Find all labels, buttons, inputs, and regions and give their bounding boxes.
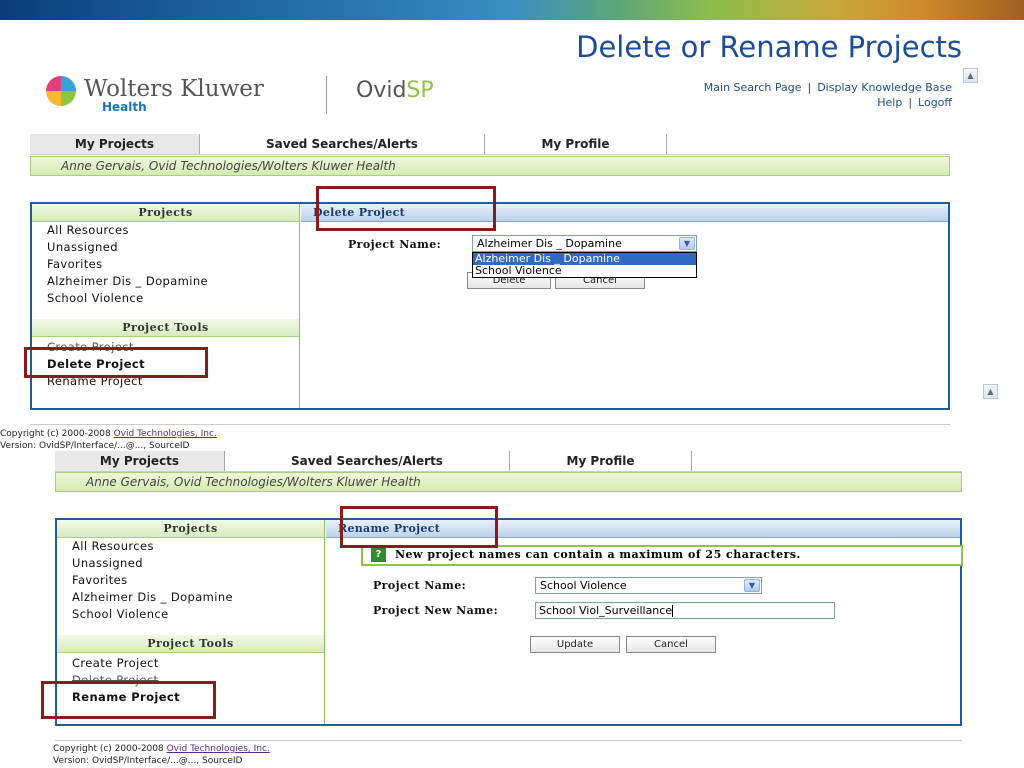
footer-divider [30,424,950,425]
logoff-link[interactable]: Logoff [918,96,952,109]
highlight-rename-heading [340,506,498,548]
notice-text: New project names can contain a maximum … [395,548,801,561]
main-tabs: My Projects Saved Searches/Alerts My Pro… [30,134,950,155]
chevron-down-icon[interactable]: ▼ [679,237,695,250]
version-text: Version: OvidSP/Interface/...@..., Sourc… [53,756,243,766]
display-knowledge-base-link[interactable]: Display Knowledge Base [817,81,952,94]
new-name-value: School Viol_Surveillance [539,604,673,617]
projects-heading: Projects [57,520,324,538]
scroll-up-icon[interactable]: ▲ [963,68,978,83]
sidebar-item-alzheimer[interactable]: Alzheimer Dis _ Dopamine [57,589,324,606]
footer-divider [55,740,962,741]
logo-divider [326,76,327,114]
user-info-bar: Anne Gervais, Ovid Technologies/Wolters … [55,472,962,492]
help-link[interactable]: Help [877,96,902,109]
slide-banner [0,0,1024,20]
cancel-button[interactable]: Cancel [626,636,716,653]
sidebar-item-all-resources[interactable]: All Resources [57,538,324,555]
sidebar-item-unassigned[interactable]: Unassigned [57,555,324,572]
highlight-rename-tool [41,681,216,719]
tab-saved-searches[interactable]: Saved Searches/Alerts [225,451,510,471]
sidebar-item-school-violence[interactable]: School Violence [57,606,324,623]
sidebar-item-favorites[interactable]: Favorites [32,256,299,273]
tab-my-projects[interactable]: My Projects [30,134,200,154]
projects-heading: Projects [32,204,299,222]
selected-project: Alzheimer Dis _ Dopamine [477,237,622,250]
chevron-down-icon[interactable]: ▼ [744,579,760,592]
selected-project: School Violence [540,579,627,592]
update-button[interactable]: Update [530,636,620,653]
sidebar-item-alzheimer[interactable]: Alzheimer Dis _ Dopamine [32,273,299,290]
copyright-text: Copyright (c) 2000-2008 [53,744,167,754]
highlight-delete-tool [24,347,208,378]
text-caret [672,605,674,617]
logo-brand: Wolters Kluwer [84,76,264,102]
help-question-icon: ? [371,548,386,562]
project-new-name-label: Project New Name: [373,604,499,617]
project-tools-heading: Project Tools [32,319,299,337]
sidebar-item-all-resources[interactable]: All Resources [32,222,299,239]
slide-title: Delete or Rename Projects [576,30,962,64]
ovidsp-logo: OvidSP [356,78,434,103]
sp-text: SP [406,78,434,103]
project-name-label: Project Name: [348,238,442,251]
project-new-name-input[interactable]: School Viol_Surveillance [535,602,835,619]
link-separator: | [807,81,812,94]
user-info-bar: Anne Gervais, Ovid Technologies/Wolters … [30,156,950,176]
sidebar-item-favorites[interactable]: Favorites [57,572,324,589]
footer-2: Copyright (c) 2000-2008 Ovid Technologie… [53,743,270,767]
logo-health: Health [102,100,147,114]
tab-my-projects[interactable]: My Projects [55,451,225,471]
character-limit-notice: ? New project names can contain a maximu… [361,545,963,566]
tool-create-project[interactable]: Create Project [57,655,324,672]
link-separator: | [908,96,913,109]
tab-my-profile[interactable]: My Profile [510,451,692,471]
project-name-select[interactable]: Alzheimer Dis _ Dopamine ▼ [472,235,697,252]
project-name-select[interactable]: School Violence ▼ [535,577,762,594]
copyright-text: Copyright (c) 2000-2008 [0,429,114,439]
ovid-technologies-link[interactable]: Ovid Technologies, Inc. [167,744,270,754]
main-tabs-2: My Projects Saved Searches/Alerts My Pro… [55,451,962,472]
ovid-text: Ovid [356,78,407,103]
sidebar-item-school-violence[interactable]: School Violence [32,290,299,307]
scroll-up-icon[interactable]: ▲ [983,384,998,399]
dropdown-option-school-violence[interactable]: School Violence [473,265,696,277]
tab-saved-searches[interactable]: Saved Searches/Alerts [200,134,485,154]
top-links: Main Search Page | Display Knowledge Base … [640,80,952,110]
sidebar-item-unassigned[interactable]: Unassigned [32,239,299,256]
project-dropdown-list: Alzheimer Dis _ Dopamine School Violence [472,252,697,278]
project-tools-heading: Project Tools [57,635,324,653]
globe-logo-icon [46,76,76,106]
tab-my-profile[interactable]: My Profile [485,134,667,154]
highlight-delete-heading [316,186,496,231]
project-name-label: Project Name: [373,579,467,592]
delete-project-panel: Projects All Resources Unassigned Favori… [30,202,950,410]
ovid-technologies-link[interactable]: Ovid Technologies, Inc. [114,429,217,439]
main-search-link[interactable]: Main Search Page [704,81,802,94]
footer-1: Copyright (c) 2000-2008 Ovid Technologie… [0,428,217,452]
